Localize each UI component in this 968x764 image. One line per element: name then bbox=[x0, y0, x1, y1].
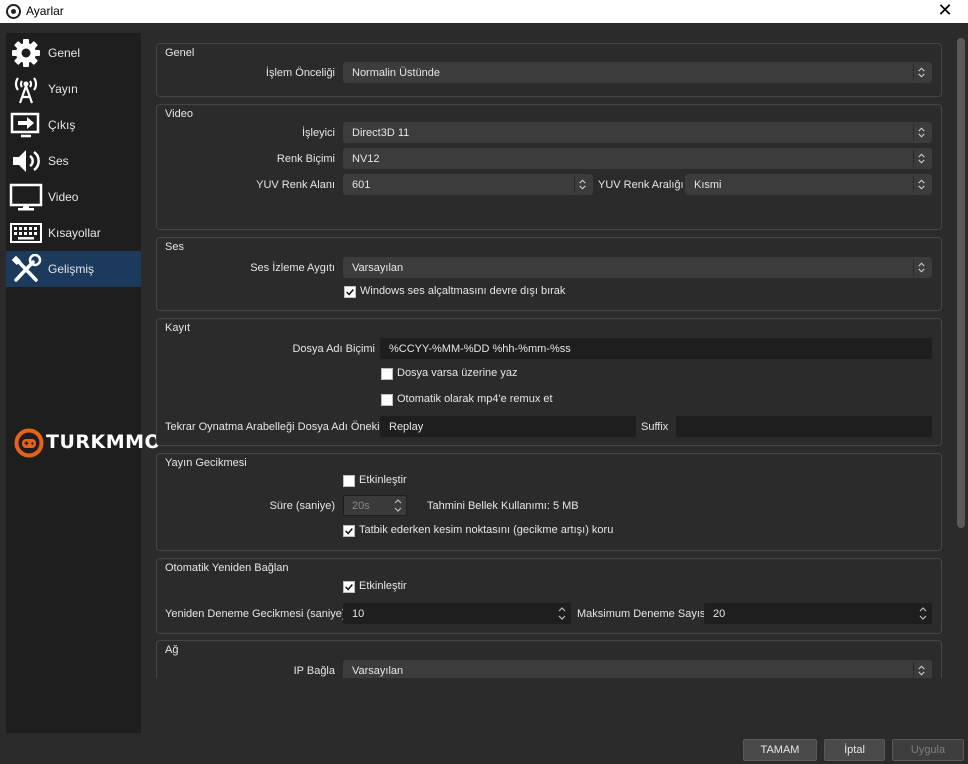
monitor-icon bbox=[9, 183, 43, 211]
network-group: Ağ IP Bağla Varsayılan bbox=[156, 640, 942, 678]
checkmark-icon bbox=[343, 525, 355, 537]
priority-select[interactable]: Normalin Üstünde bbox=[343, 62, 932, 83]
duration-spinbox[interactable]: 20s bbox=[343, 495, 407, 516]
yuv-space-select[interactable]: 601 bbox=[343, 174, 593, 195]
group-title: Video bbox=[165, 108, 193, 120]
output-icon bbox=[10, 112, 40, 138]
checkbox-box bbox=[343, 475, 355, 487]
group-title: Kayıt bbox=[165, 322, 191, 334]
group-title: Ses bbox=[165, 241, 184, 253]
color-format-label: Renk Biçimi bbox=[276, 153, 335, 165]
monitor-device-label: Ses İzleme Aygıtı bbox=[250, 262, 335, 274]
sidebar-item-label: Ses bbox=[48, 154, 69, 168]
sidebar-item-label: Gelişmiş bbox=[48, 262, 95, 276]
sidebar-item-label: Kısayollar bbox=[48, 226, 101, 240]
updown-arrow-icon bbox=[913, 662, 925, 678]
turkmmo-logo-icon bbox=[14, 428, 44, 458]
apply-button[interactable]: Uygula bbox=[892, 739, 964, 761]
checkmark-icon bbox=[343, 581, 355, 593]
settings-sidebar: Genel Yayın Çıkış Ses Video Kısayollar G… bbox=[6, 33, 161, 733]
group-title: Ağ bbox=[165, 644, 179, 656]
group-title: Otomatik Yeniden Bağlan bbox=[165, 562, 289, 574]
recording-group: Kayıt Dosya Adı Biçimi %CCYY-%MM-%DD %hh… bbox=[156, 318, 942, 446]
updown-arrow-icon bbox=[913, 176, 925, 193]
bind-ip-label: IP Bağla bbox=[293, 665, 335, 677]
vertical-scrollbar[interactable] bbox=[955, 36, 967, 726]
group-title: Yayın Gecikmesi bbox=[165, 457, 247, 469]
spin-arrows-icon bbox=[558, 607, 566, 620]
suffix-input[interactable] bbox=[676, 416, 932, 437]
sidebar-item-video[interactable]: Video bbox=[6, 179, 141, 215]
watermark-text: TURKMMO bbox=[46, 431, 162, 453]
auto-reconnect-group: Otomatik Yeniden Bağlan Etkinleştir Yeni… bbox=[156, 558, 942, 634]
speaker-icon bbox=[13, 150, 40, 172]
max-retries-label: Maksimum Deneme Sayısı bbox=[577, 608, 709, 620]
yuv-range-select[interactable]: Kısmi bbox=[685, 174, 932, 195]
sidebar-item-stream[interactable]: Yayın bbox=[6, 71, 141, 107]
yuv-space-label: YUV Renk Alanı bbox=[256, 179, 335, 191]
sidebar-item-general[interactable]: Genel bbox=[6, 35, 141, 71]
retry-delay-label: Yeniden Deneme Gecikmesi (saniye) bbox=[165, 608, 346, 620]
updown-arrow-icon bbox=[913, 64, 925, 81]
renderer-label: İşleyici bbox=[301, 127, 335, 139]
broadcast-icon bbox=[14, 77, 38, 104]
filename-format-input[interactable]: %CCYY-%MM-%DD %hh-%mm-%ss bbox=[380, 338, 932, 359]
general-group: Genel İşlem Önceliği Normalin Üstünde bbox=[156, 43, 942, 97]
filename-format-label: Dosya Adı Biçimi bbox=[292, 343, 375, 355]
sidebar-item-label: Video bbox=[48, 190, 79, 204]
updown-arrow-icon bbox=[574, 176, 586, 193]
yuv-range-label: YUV Renk Aralığı bbox=[598, 179, 684, 191]
replay-prefix-input[interactable]: Replay bbox=[380, 416, 636, 437]
updown-arrow-icon bbox=[913, 259, 925, 276]
video-group: Video İşleyici Direct3D 11 Renk Biçimi N… bbox=[156, 104, 942, 230]
scrollbar-thumb[interactable] bbox=[957, 38, 965, 528]
ok-button[interactable]: TAMAM bbox=[743, 739, 817, 761]
audio-group: Ses Ses İzleme Aygıtı Varsayılan Windows… bbox=[156, 237, 942, 311]
spin-arrows-icon bbox=[919, 607, 927, 620]
retry-delay-spinbox[interactable]: 10 bbox=[343, 603, 571, 624]
replay-prefix-label: Tekrar Oynatma Arabelleği Dosya Adı Önek… bbox=[165, 421, 380, 433]
sidebar-item-label: Genel bbox=[48, 46, 81, 60]
checkbox-box bbox=[381, 368, 393, 380]
renderer-select[interactable]: Direct3D 11 bbox=[343, 122, 932, 143]
sidebar-item-label: Yayın bbox=[48, 82, 78, 96]
stream-delay-group: Yayın Gecikmesi Etkinleştir Süre (saniye… bbox=[156, 453, 942, 551]
checkmark-icon bbox=[344, 286, 356, 298]
bind-ip-select[interactable]: Varsayılan bbox=[343, 660, 932, 678]
tools-icon bbox=[11, 254, 42, 282]
window-title: Ayarlar bbox=[26, 4, 64, 18]
max-retries-spinbox[interactable]: 20 bbox=[704, 603, 932, 624]
updown-arrow-icon bbox=[913, 124, 925, 141]
color-format-select[interactable]: NV12 bbox=[343, 148, 932, 169]
spin-arrows-icon bbox=[394, 499, 402, 512]
obs-logo-icon bbox=[6, 4, 21, 19]
close-button[interactable]: ✕ bbox=[922, 0, 968, 23]
duration-label: Süre (saniye) bbox=[269, 500, 335, 512]
sidebar-item-audio[interactable]: Ses bbox=[6, 143, 141, 179]
sidebar-item-label: Çıkış bbox=[48, 118, 76, 132]
sidebar-item-output[interactable]: Çıkış bbox=[6, 107, 141, 143]
checkbox-box bbox=[381, 394, 393, 406]
sidebar-item-hotkeys[interactable]: Kısayollar bbox=[6, 215, 141, 251]
keyboard-icon bbox=[10, 223, 42, 243]
sidebar-item-advanced[interactable]: Gelişmiş bbox=[6, 251, 141, 287]
memory-usage-text: Tahmini Bellek Kullanımı: 5 MB bbox=[427, 500, 579, 512]
cancel-button[interactable]: İptal bbox=[824, 739, 885, 761]
gear-icon bbox=[12, 39, 40, 67]
group-title: Genel bbox=[165, 47, 195, 59]
updown-arrow-icon bbox=[913, 150, 925, 167]
suffix-label: Suffix bbox=[641, 421, 669, 433]
settings-content: Genel İşlem Önceliği Normalin Üstünde Vi… bbox=[148, 33, 948, 678]
monitor-device-select[interactable]: Varsayılan bbox=[343, 257, 932, 278]
priority-label: İşlem Önceliği bbox=[265, 67, 335, 79]
title-bar: Ayarlar ✕ bbox=[0, 0, 968, 23]
